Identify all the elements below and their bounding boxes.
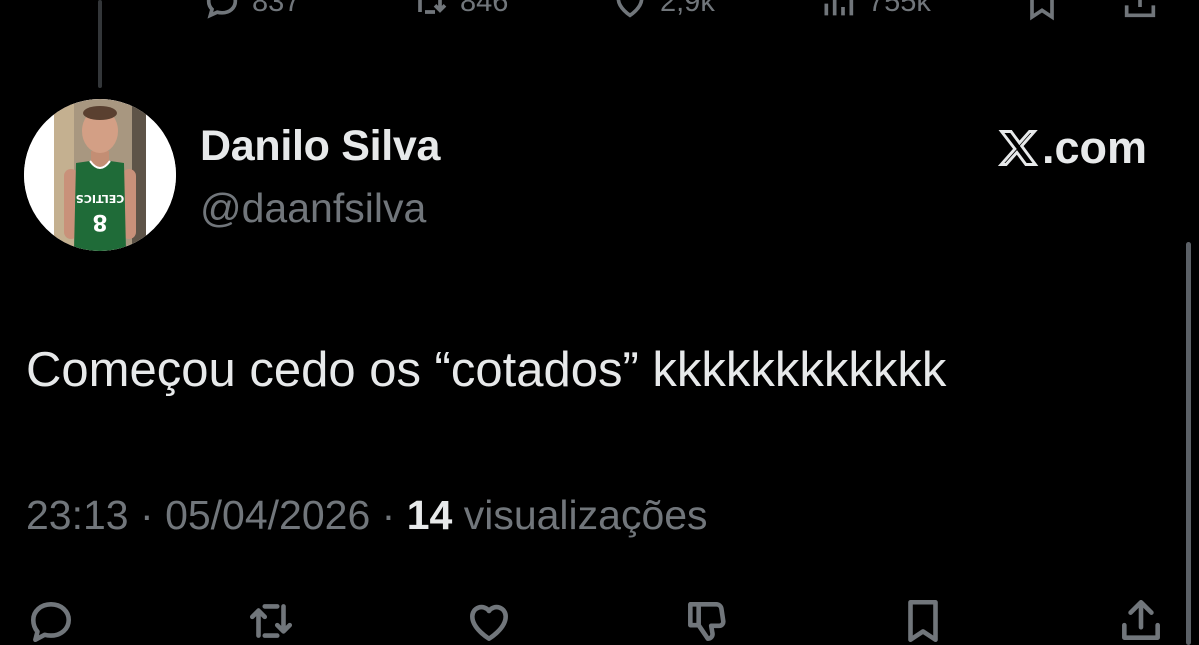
author-handle[interactable]: @daanfsilva [200,185,426,232]
tweet-actions [0,594,1199,645]
meta-separator: · [381,492,407,538]
previous-reply-button[interactable]: 837 [202,0,300,22]
previous-repost-count: 846 [460,0,509,18]
downvote-button[interactable] [680,594,734,645]
x-brand-mark: .com [996,122,1147,174]
bookmark-button[interactable] [896,594,950,645]
views-icon [824,0,854,16]
repost-icon [418,0,447,14]
reply-icon [206,0,238,19]
tweet-time[interactable]: 23:13 [26,492,129,538]
repost-button[interactable] [244,594,298,645]
previous-like-button[interactable]: 2,9k [610,0,715,22]
scrollbar[interactable] [1186,242,1191,645]
tweet-meta: 23:13 · 05/04/2026 · 14 visualizações [26,492,708,539]
previous-share-button[interactable] [1120,0,1160,22]
previous-views-button[interactable]: 755k [818,0,931,22]
share-icon [1122,599,1160,640]
thumbs-down-icon [688,602,726,641]
author-name[interactable]: Danilo Silva [200,122,440,171]
avatar[interactable]: CELTICS 8 [24,99,176,251]
heart-icon [616,0,644,18]
tweet-date[interactable]: 05/04/2026 [165,492,370,538]
heart-icon [470,604,508,641]
thread-connector-line [98,0,102,88]
like-button[interactable] [462,594,516,645]
previous-views-count: 755k [868,0,931,18]
previous-reply-count: 837 [252,0,301,18]
jersey-text: CELTICS [76,192,125,205]
reply-icon [30,602,72,643]
svg-text:8: 8 [92,209,107,234]
views-count[interactable]: 14 [407,492,464,538]
tweet-screenshot: 837 846 2,9k 755k CELTICS 8 Danilo Silva… [0,0,1199,645]
views-label[interactable]: visualizações [464,492,708,538]
bookmark-icon [1030,0,1054,21]
bookmark-icon [908,599,938,643]
share-icon [1124,0,1156,18]
tweet-text: Começou cedo os “cotados” kkkkkkkkkkkk [26,343,947,397]
previous-bookmark-button[interactable] [1022,0,1062,22]
avatar-photo: CELTICS 8 [24,99,176,251]
brand-domain: .com [1041,122,1147,173]
repost-icon [249,604,293,638]
reply-button[interactable] [24,594,78,645]
previous-repost-button[interactable]: 846 [410,0,508,22]
x-logo-icon [997,130,1039,166]
previous-tweet-actions: 837 846 2,9k 755k [0,0,1199,24]
meta-separator: · [140,492,166,538]
previous-like-count: 2,9k [660,0,715,18]
share-button[interactable] [1114,594,1168,645]
